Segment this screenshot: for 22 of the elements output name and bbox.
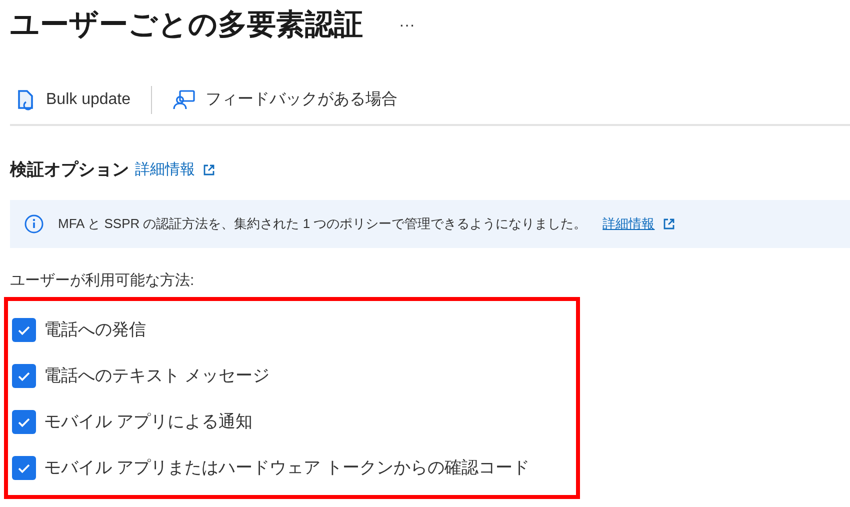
- checkbox-label: モバイル アプリによる通知: [44, 410, 253, 433]
- external-link-icon: [662, 218, 675, 230]
- feedback-icon: [172, 89, 196, 111]
- section-heading: 検証オプション: [10, 159, 129, 182]
- checkbox-label: モバイル アプリまたはハードウェア トークンからの確認コード: [44, 456, 530, 479]
- toolbar-button[interactable]: フィードバックがある場合: [166, 84, 404, 116]
- toolbar-button[interactable]: Bulk update: [10, 84, 137, 116]
- info-icon: [24, 214, 44, 234]
- checkbox[interactable]: [12, 410, 36, 434]
- learn-more-link[interactable]: 詳細情報: [602, 214, 675, 234]
- methods-label: ユーザーが利用可能な方法:: [10, 271, 196, 291]
- learn-more-link[interactable]: 詳細情報: [135, 158, 215, 182]
- checkbox-label: 電話への発信: [44, 318, 146, 341]
- external-link-icon: [203, 164, 215, 176]
- checkbox[interactable]: [12, 364, 36, 388]
- checkbox-label: 電話へのテキスト メッセージ: [44, 364, 270, 387]
- checkbox[interactable]: [12, 456, 36, 480]
- checkbox[interactable]: [12, 318, 36, 342]
- info-message: MFA と SSPR の認証方法を、集約された 1 つのポリシーで管理できるようになりました。: [58, 215, 587, 234]
- more-button[interactable]: ···: [395, 14, 419, 38]
- document-icon: [16, 89, 36, 111]
- page-title: ユーザーごとの多要素認証: [10, 8, 363, 44]
